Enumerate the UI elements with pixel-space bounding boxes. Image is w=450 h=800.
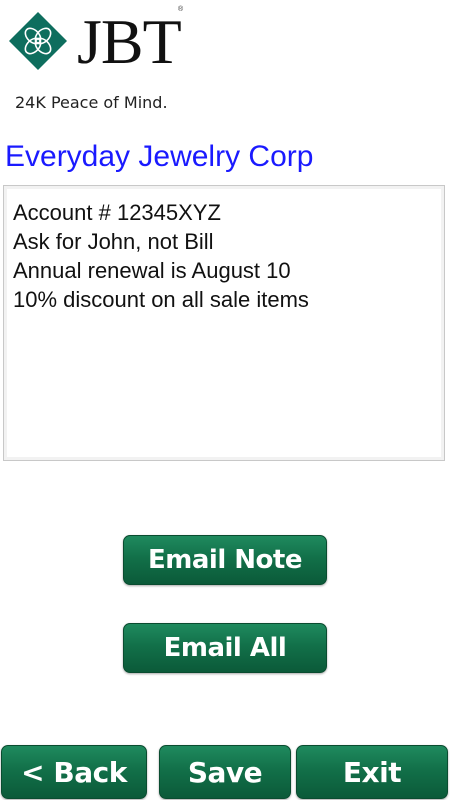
save-button[interactable]: Save [159,745,291,799]
back-button[interactable]: < Back [1,745,147,799]
notes-line: Account # 12345XYZ [13,200,221,225]
registered-mark: ® [178,6,184,13]
notes-screen: JBT ® 24K Peace of Mind. Everyday Jewelr… [0,0,450,800]
notes-line: 10% discount on all sale items [13,287,309,312]
logo-wordmark: JBT [77,6,182,77]
exit-button[interactable]: Exit [296,745,448,799]
email-all-notes-button[interactable]: Email All Notes [123,623,327,711]
tagline: 24K Peace of Mind. [15,93,168,112]
notes-line: Ask for John, not Bill [13,229,214,254]
notes-line: Annual renewal is August 10 [13,258,291,283]
company-name: Everyday Jewelry Corp [5,140,314,173]
notes-content: Account # 12345XYZ Ask for John, not Bill… [13,198,309,314]
jbt-diamond-logo-icon [9,12,67,70]
email-note-button[interactable]: Email Note [123,535,327,585]
